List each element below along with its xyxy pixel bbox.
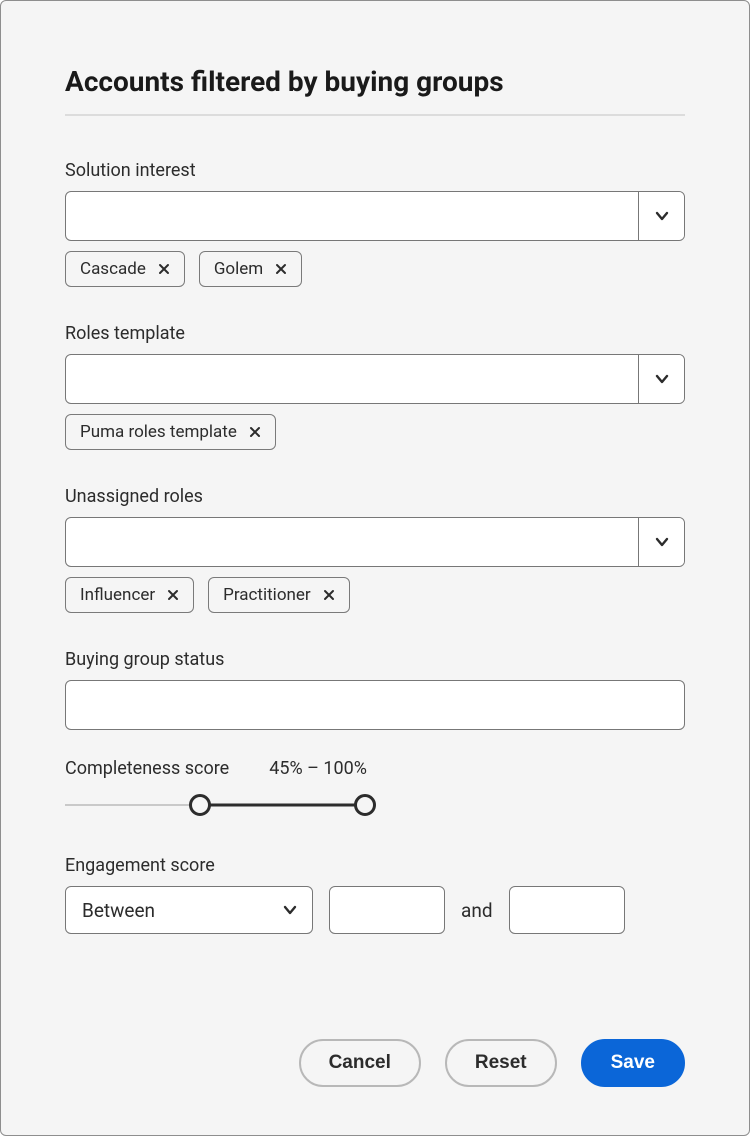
field-roles-template: Roles template Puma roles template xyxy=(65,323,685,450)
completeness-slider[interactable] xyxy=(65,791,365,819)
dropdown-btn-roles-template[interactable] xyxy=(638,355,684,403)
chevron-down-icon xyxy=(654,208,670,224)
tag-label: Cascade xyxy=(80,259,146,279)
filter-panel: Accounts filtered by buying groups Solut… xyxy=(0,0,750,1136)
input-roles-template[interactable] xyxy=(66,355,638,403)
label-roles-template: Roles template xyxy=(65,323,685,344)
slider-handle-min[interactable] xyxy=(189,794,211,816)
dropdown-roles-template[interactable] xyxy=(65,354,685,404)
completeness-range-display: 45% – 100% xyxy=(269,758,367,779)
tag-puma-roles-template: Puma roles template xyxy=(65,414,276,450)
dropdown-solution-interest[interactable] xyxy=(65,191,685,241)
input-buying-group-status[interactable] xyxy=(65,680,685,730)
field-solution-interest: Solution interest Cascade Golem xyxy=(65,160,685,287)
close-icon[interactable] xyxy=(321,587,337,603)
chevron-down-icon xyxy=(654,534,670,550)
label-buying-group-status: Buying group status xyxy=(65,649,685,670)
chevron-down-icon xyxy=(654,371,670,387)
engagement-from-stepper[interactable] xyxy=(329,886,445,934)
engagement-to-input[interactable] xyxy=(510,887,625,933)
label-unassigned-roles: Unassigned roles xyxy=(65,486,685,507)
chevron-down-icon xyxy=(282,902,298,918)
close-icon[interactable] xyxy=(165,587,181,603)
label-completeness-score: Completeness score xyxy=(65,758,229,779)
cancel-button[interactable]: Cancel xyxy=(299,1039,421,1087)
tag-influencer: Influencer xyxy=(65,577,194,613)
tags-roles-template: Puma roles template xyxy=(65,414,685,450)
dropdown-unassigned-roles[interactable] xyxy=(65,517,685,567)
save-button[interactable]: Save xyxy=(581,1039,685,1087)
dropdown-btn-solution-interest[interactable] xyxy=(638,192,684,240)
field-completeness-score: Completeness score 45% – 100% xyxy=(65,758,685,819)
input-unassigned-roles[interactable] xyxy=(66,518,638,566)
dropdown-btn-unassigned-roles[interactable] xyxy=(638,518,684,566)
tags-solution-interest: Cascade Golem xyxy=(65,251,685,287)
engagement-operator-select[interactable]: Between xyxy=(65,886,313,934)
tag-label: Puma roles template xyxy=(80,422,237,442)
field-unassigned-roles: Unassigned roles Influencer Practitioner xyxy=(65,486,685,613)
tag-label: Practitioner xyxy=(223,585,311,605)
close-icon[interactable] xyxy=(247,424,263,440)
label-engagement-score: Engagement score xyxy=(65,855,685,876)
divider xyxy=(65,114,685,116)
footer: Cancel Reset Save xyxy=(65,1039,685,1087)
slider-handle-max[interactable] xyxy=(354,794,376,816)
engagement-from-input[interactable] xyxy=(330,887,445,933)
tag-golem: Golem xyxy=(199,251,302,287)
slider-fill xyxy=(200,804,365,807)
tag-practitioner: Practitioner xyxy=(208,577,350,613)
input-solution-interest[interactable] xyxy=(66,192,638,240)
field-engagement-score: Engagement score Between an xyxy=(65,855,685,934)
field-buying-group-status: Buying group status xyxy=(65,649,685,730)
reset-button[interactable]: Reset xyxy=(445,1039,557,1087)
page-title: Accounts filtered by buying groups xyxy=(65,65,685,98)
tag-label: Influencer xyxy=(80,585,155,605)
engagement-to-stepper[interactable] xyxy=(509,886,625,934)
label-solution-interest: Solution interest xyxy=(65,160,685,181)
close-icon[interactable] xyxy=(156,261,172,277)
tag-label: Golem xyxy=(214,259,263,279)
tags-unassigned-roles: Influencer Practitioner xyxy=(65,577,685,613)
and-label: and xyxy=(461,899,493,922)
engagement-operator-value: Between xyxy=(82,899,155,922)
close-icon[interactable] xyxy=(273,261,289,277)
tag-cascade: Cascade xyxy=(65,251,185,287)
